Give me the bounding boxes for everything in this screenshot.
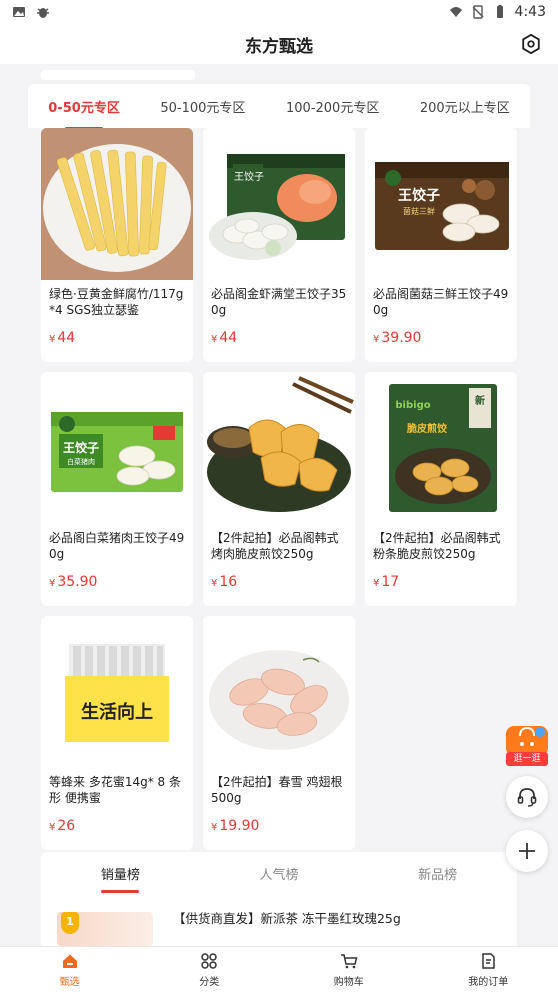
- stroll-label: 逛一逛: [506, 752, 548, 766]
- product-price: ¥16: [211, 574, 238, 590]
- nav-label-category: 分类: [199, 976, 220, 988]
- product-price: ¥35.90: [49, 574, 98, 590]
- product-price: ¥44: [211, 330, 238, 346]
- product-name: 必品阁金虾满堂王饺子350g: [211, 287, 347, 317]
- p7-pack-title: 生活向上: [81, 701, 153, 723]
- main-content: 0-50元专区 50-100元专区 100-200元专区 200元以上专区 绿色…: [0, 64, 558, 946]
- tab-sales-rank[interactable]: 销量榜: [95, 858, 146, 893]
- product-card[interactable]: bibigo 新 脆皮煎饺 【2件起拍】必品阁韩式粉条脆皮煎饺250g ¥17: [365, 372, 517, 606]
- product-name: 绿色·豆黄金鲜腐竹/117g*4 SGS独立瑟鉴: [49, 287, 184, 317]
- nav-label-cart: 购物车: [333, 976, 364, 988]
- banner-strip: [41, 70, 195, 80]
- nav-label-home: 甄选: [59, 976, 80, 988]
- ranking-list-item[interactable]: 1 【供货商直发】新派茶 冻干墨红玫瑰25g: [57, 904, 505, 946]
- product-price: ¥39.90: [373, 330, 422, 346]
- p4-pack-sub: 白菜猪肉: [67, 457, 95, 466]
- gallery-icon: [13, 7, 25, 17]
- headset-icon: [517, 788, 537, 807]
- ranking-section: 销量榜 人气榜 新品榜 1 【供货商直发】新派茶 冻干墨红玫瑰25g: [41, 852, 517, 946]
- tab-zone-50-100[interactable]: 50-100元专区: [156, 89, 249, 124]
- nav-item-cart[interactable]: 购物车: [279, 947, 419, 992]
- p6-pack-brand: bibigo: [395, 400, 430, 411]
- product-image-bbq-potstickers: [203, 372, 355, 524]
- p4-pack-title: 王饺子: [63, 440, 99, 455]
- p3-pack-sub: 菌菇三鲜: [403, 206, 435, 216]
- tab-new-rank[interactable]: 新品榜: [412, 858, 463, 889]
- ranking-tabs: 销量榜 人气榜 新品榜: [41, 852, 517, 894]
- settings-icon[interactable]: [520, 33, 542, 55]
- plus-icon: [519, 843, 535, 859]
- product-name: 【2件起拍】必品阁韩式烤肉脆皮煎饺250g: [211, 531, 339, 561]
- category-icon: [201, 952, 217, 969]
- app-header: 东方甄选: [0, 24, 558, 64]
- nav-item-home[interactable]: 甄选: [0, 947, 140, 992]
- p3-pack-title: 王饺子: [398, 187, 440, 204]
- home-icon: [62, 954, 77, 968]
- product-price: ¥17: [373, 574, 400, 590]
- product-card[interactable]: 绿色·豆黄金鲜腐竹/117g*4 SGS独立瑟鉴 ¥44: [41, 128, 193, 362]
- product-image-vermicelli-potstickers: bibigo 新 脆皮煎饺: [365, 372, 517, 524]
- product-image-yuba: [41, 128, 193, 280]
- bottom-navigation: 甄选 分类 购物车 我的订单: [0, 946, 558, 992]
- product-name: 【2件起拍】必品阁韩式粉条脆皮煎饺250g: [373, 531, 501, 561]
- product-card[interactable]: 王饺子 必品阁金虾满堂王饺子350g ¥44: [203, 128, 355, 362]
- product-image-mushroom-dumplings: 王饺子 菌菇三鲜: [365, 128, 517, 280]
- tab-popular-rank[interactable]: 人气榜: [253, 858, 304, 889]
- product-card[interactable]: 生活向上 等蜂来 多花蜜14g* 8 条形 便携蜜 ¥26: [41, 616, 193, 850]
- tab-zone-0-50[interactable]: 0-50元专区: [44, 89, 124, 130]
- order-icon: [482, 952, 495, 969]
- cart-icon: [340, 953, 358, 968]
- product-image-chicken-wings: [203, 616, 355, 768]
- bug-icon: [37, 8, 49, 18]
- nav-label-orders: 我的订单: [468, 976, 509, 988]
- product-name: 必品阁白菜猪肉王饺子490g: [49, 531, 185, 561]
- rank-badge: 1: [61, 912, 79, 934]
- product-image-cabbage-pork-dumplings: 王饺子 白菜猪肉: [41, 372, 193, 524]
- ranking-item-name: 【供货商直发】新派茶 冻干墨红玫瑰25g: [173, 911, 401, 926]
- product-price: ¥19.90: [211, 818, 260, 834]
- wifi-icon: [449, 7, 462, 17]
- product-name: 必品阁菌菇三鲜王饺子490g: [373, 287, 509, 317]
- product-name: 等蜂来 多花蜜14g* 8 条形 便携蜜: [49, 775, 181, 805]
- battery-icon: [496, 5, 503, 18]
- page-title: 东方甄选: [245, 36, 313, 57]
- stroll-button[interactable]: 逛一逛: [504, 722, 550, 768]
- no-sim-icon: [472, 5, 484, 19]
- product-card[interactable]: 王饺子 白菜猪肉 必品阁白菜猪肉王饺子490g ¥35.90: [41, 372, 193, 606]
- product-image-shrimp-dumplings: 王饺子: [203, 128, 355, 280]
- add-button[interactable]: [506, 830, 548, 872]
- product-card[interactable]: 王饺子 菌菇三鲜 必品阁菌菇三鲜王饺子490g ¥39.90: [365, 128, 517, 362]
- p6-pack-title: 脆皮煎饺: [406, 422, 448, 435]
- product-card[interactable]: 【2件起拍】春雪 鸡翅根500g ¥19.90: [203, 616, 355, 850]
- p2-pack-title: 王饺子: [234, 170, 264, 183]
- tab-zone-200-plus[interactable]: 200元以上专区: [416, 89, 514, 124]
- tab-zone-100-200[interactable]: 100-200元专区: [282, 89, 383, 124]
- status-bar: 4:43: [0, 0, 558, 24]
- product-card[interactable]: 【2件起拍】必品阁韩式烤肉脆皮煎饺250g ¥16: [203, 372, 355, 606]
- product-name: 【2件起拍】春雪 鸡翅根500g: [211, 775, 343, 805]
- customer-service-button[interactable]: [506, 776, 548, 818]
- p6-pack-tag: 新: [475, 394, 485, 407]
- product-image-honey: 生活向上: [41, 616, 193, 768]
- product-price: ¥26: [49, 818, 76, 834]
- nav-item-category[interactable]: 分类: [140, 947, 280, 992]
- nav-item-orders[interactable]: 我的订单: [419, 947, 558, 992]
- status-time: 4:43: [514, 4, 546, 20]
- price-zone-tabs: 0-50元专区 50-100元专区 100-200元专区 200元以上专区: [28, 84, 530, 130]
- product-price: ¥44: [49, 330, 76, 346]
